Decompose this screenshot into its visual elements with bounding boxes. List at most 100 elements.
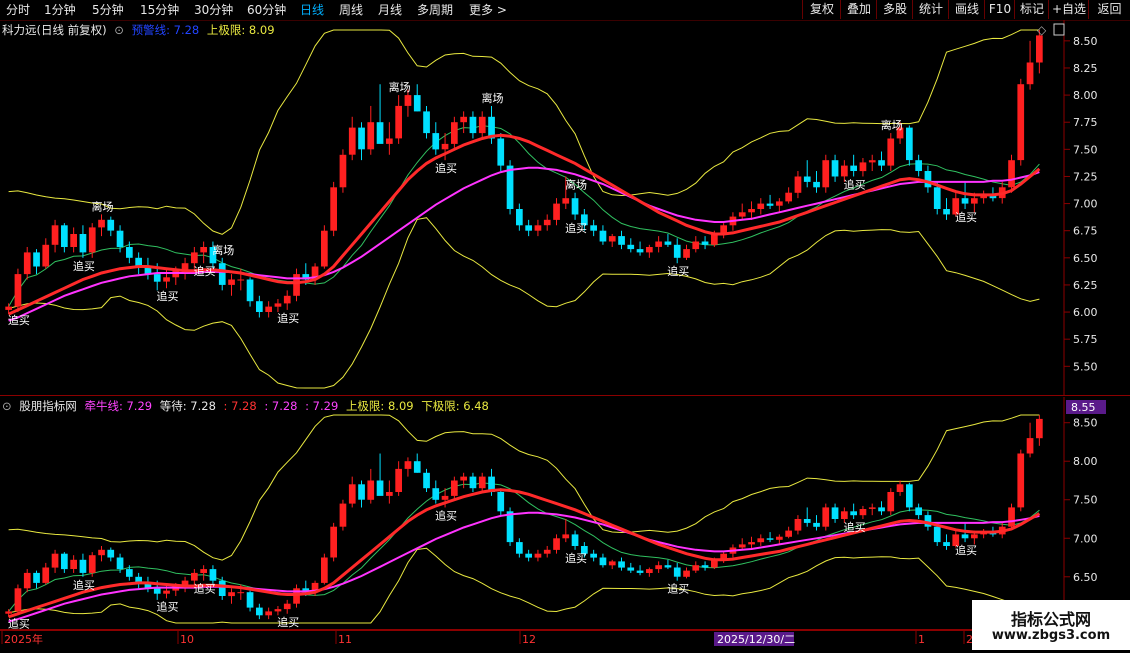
candle-body bbox=[618, 236, 625, 245]
price-chart-svg[interactable]: 8.50 8.25 8.00 7.75 7.50 7.25 7.00 6.75 6.50 6.25… bbox=[0, 20, 1130, 396]
candle-body bbox=[943, 542, 950, 546]
price-tick-label: 6.75 bbox=[1073, 225, 1098, 238]
indicator-title: 股朋指标网 bbox=[19, 399, 77, 413]
candle-body bbox=[423, 111, 430, 134]
statistics-button[interactable]: 统计 bbox=[912, 0, 949, 19]
period-tab-15min[interactable]: 15分钟 bbox=[140, 2, 179, 18]
candle-body bbox=[627, 244, 635, 250]
settings-circle-icon[interactable]: ⊙ bbox=[2, 399, 12, 413]
candle-body bbox=[636, 570, 644, 573]
period-tab-multi[interactable]: 多周期 bbox=[417, 2, 453, 18]
fuquan-button[interactable]: 复权 bbox=[802, 0, 841, 19]
candle-body bbox=[562, 198, 570, 204]
candle-body bbox=[163, 590, 170, 594]
candle-body bbox=[423, 472, 430, 489]
candle-body bbox=[98, 549, 105, 556]
candle-body bbox=[1017, 453, 1025, 508]
candle-body bbox=[330, 526, 337, 558]
chase-buy-label: 追买 bbox=[277, 615, 299, 629]
candle-body bbox=[673, 567, 681, 577]
candle-body bbox=[339, 503, 347, 527]
upper-limit-band bbox=[8, 29, 1040, 235]
period-tab-1min[interactable]: 1分钟 bbox=[44, 2, 76, 18]
candle-body bbox=[126, 247, 133, 258]
legend-qianniu-line: 牵牛线: 7.29 bbox=[84, 399, 153, 413]
chase-buy-label: 追买 bbox=[277, 311, 299, 325]
panel-toggle-icon bbox=[1053, 23, 1065, 36]
candle-body bbox=[850, 511, 857, 516]
candle-body bbox=[358, 484, 365, 500]
candle-body bbox=[274, 609, 282, 612]
candle-body bbox=[386, 138, 393, 144]
period-tab-60min[interactable]: 60分钟 bbox=[247, 2, 286, 18]
candle-body bbox=[358, 127, 365, 150]
candle-body bbox=[88, 555, 96, 573]
mark-button[interactable]: 标记 bbox=[1014, 0, 1049, 19]
candle-body bbox=[191, 572, 198, 581]
candle-body bbox=[1008, 160, 1015, 188]
time-tick-label: 12 bbox=[522, 633, 536, 646]
candle-body bbox=[831, 160, 839, 177]
candle-body bbox=[599, 557, 607, 566]
f10-button[interactable]: F10 bbox=[984, 0, 1015, 19]
add-watchlist-button[interactable]: +自选 bbox=[1048, 0, 1089, 19]
price-tick-label: 8.50 bbox=[1073, 35, 1098, 48]
candle-body bbox=[803, 176, 811, 182]
price-tick-label: 7.00 bbox=[1073, 198, 1098, 211]
candle-body bbox=[878, 160, 885, 166]
candle-body bbox=[5, 306, 12, 310]
stock-title: 科力远(日线 前复权) bbox=[2, 23, 107, 37]
period-tab-daily[interactable]: 日线 bbox=[300, 2, 324, 18]
chase-buy-label: 追买 bbox=[8, 616, 30, 630]
price-tick-label: 6.50 bbox=[1073, 571, 1098, 584]
settings-circle-icon[interactable]: ⊙ bbox=[114, 23, 124, 37]
candle-body bbox=[376, 480, 384, 496]
candle-body bbox=[460, 116, 467, 123]
chase-buy-label: 追买 bbox=[667, 264, 689, 278]
multi-stock-button[interactable]: 多股 bbox=[876, 0, 913, 19]
indicator-chart-svg[interactable]: 8.508.007.507.006.506.00追买追买追买追买追买追买追买追买… bbox=[0, 397, 1130, 630]
candle-body bbox=[404, 461, 412, 469]
candle-body bbox=[441, 495, 449, 500]
candle-body bbox=[664, 565, 672, 568]
candle-body bbox=[283, 603, 291, 610]
price-tick-label: 6.00 bbox=[1073, 306, 1098, 319]
candle-body bbox=[701, 565, 709, 568]
period-tab-weekly[interactable]: 周线 bbox=[339, 2, 363, 18]
period-tab-monthly[interactable]: 月线 bbox=[378, 2, 402, 18]
indicator-panel[interactable]: 8.508.007.507.006.506.00追买追买追买追买追买追买追买追买… bbox=[0, 397, 1130, 630]
candle-body bbox=[701, 241, 709, 245]
candle-body bbox=[451, 480, 458, 496]
candle-body bbox=[5, 611, 12, 614]
exit-signal-label: 离场 bbox=[565, 178, 587, 192]
period-tab-fenshi[interactable]: 分时 bbox=[6, 2, 30, 18]
candle-body bbox=[441, 143, 449, 150]
period-tab-30min[interactable]: 30分钟 bbox=[194, 2, 233, 18]
candle-body bbox=[692, 565, 700, 571]
candle-body bbox=[321, 557, 328, 583]
period-tab-5min[interactable]: 5分钟 bbox=[92, 2, 124, 18]
candle-body bbox=[906, 484, 913, 508]
price-tick-label: 5.50 bbox=[1073, 360, 1098, 373]
time-axis-svg: 2025年 10 11 12 1 22025/12/30/二 bbox=[0, 630, 1130, 646]
exit-signal-label: 离场 bbox=[482, 91, 504, 105]
candle-body bbox=[376, 122, 384, 144]
chase-buy-label: 追买 bbox=[73, 578, 95, 592]
candle-body bbox=[961, 534, 969, 539]
overlay-button[interactable]: 叠加 bbox=[840, 0, 877, 19]
candle-body bbox=[237, 592, 245, 594]
candle-body bbox=[506, 511, 514, 543]
period-tab-more[interactable]: 更多 > bbox=[469, 2, 507, 18]
candle-body bbox=[413, 95, 421, 112]
chase-buy-label: 追买 bbox=[955, 210, 977, 224]
main-price-panel[interactable]: 8.50 8.25 8.00 7.75 7.50 7.25 7.00 6.75 6.50 6.25… bbox=[0, 20, 1130, 396]
candle-body bbox=[497, 138, 505, 166]
candle-body bbox=[432, 488, 440, 500]
candle-body bbox=[153, 274, 161, 282]
candle-body bbox=[321, 230, 328, 267]
draw-line-button[interactable]: 画线 bbox=[948, 0, 985, 19]
candle-body bbox=[506, 165, 514, 209]
candle-body bbox=[367, 122, 375, 150]
back-button[interactable]: 返回 bbox=[1088, 0, 1130, 19]
candle-body bbox=[766, 538, 774, 540]
